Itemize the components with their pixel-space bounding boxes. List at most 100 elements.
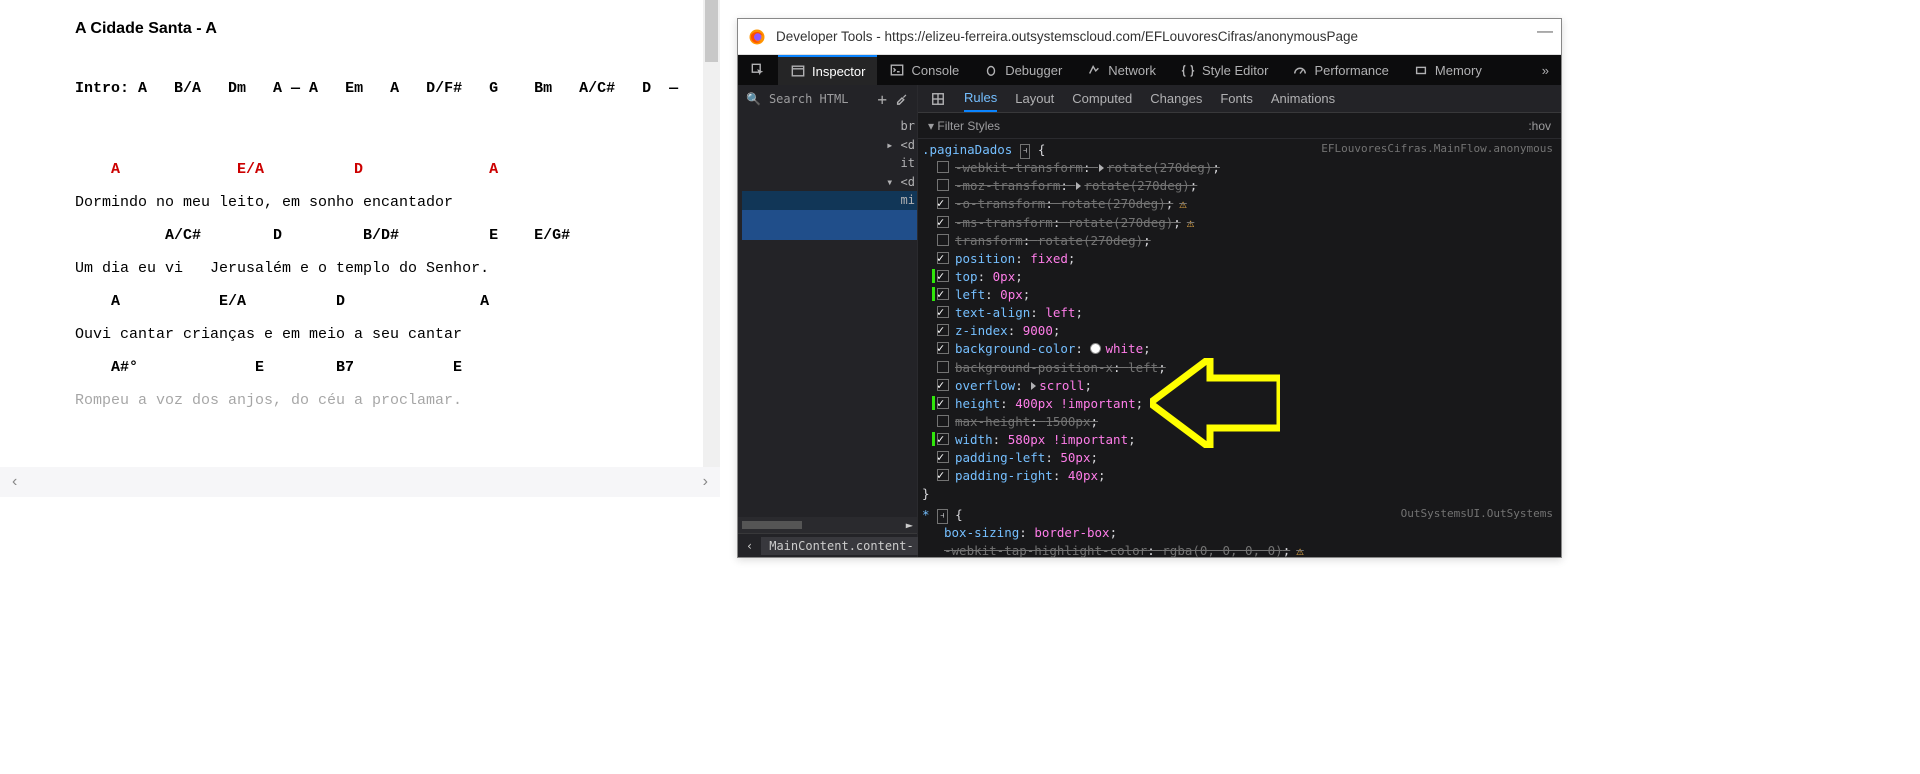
dom-line[interactable]: ▸ <d: [742, 136, 917, 155]
css-declaration[interactable]: text-align: left;: [922, 304, 1561, 322]
grid-icon[interactable]: [930, 91, 946, 107]
expand-icon[interactable]: [1099, 164, 1104, 172]
rules-tab-animations[interactable]: Animations: [1271, 85, 1335, 112]
css-declaration[interactable]: transform: rotate(270deg);: [922, 232, 1561, 250]
devtools-titlebar[interactable]: Developer Tools - https://elizeu-ferreir…: [738, 19, 1561, 55]
css-rules[interactable]: .paginaDados ⫞ {EFLouvoresCifras.MainFlo…: [918, 139, 1561, 557]
rules-tab-changes[interactable]: Changes: [1150, 85, 1202, 112]
color-swatch[interactable]: [1090, 343, 1101, 354]
css-prop-toggle[interactable]: [937, 342, 949, 354]
dom-line[interactable]: ▾ <d: [742, 173, 917, 192]
tab-debugger[interactable]: Debugger: [971, 55, 1074, 85]
cursor-icon: [750, 62, 766, 78]
css-selector[interactable]: *: [922, 507, 937, 522]
css-prop-toggle[interactable]: [937, 433, 949, 445]
tab-style-editor[interactable]: Style Editor: [1168, 55, 1280, 85]
rules-tab-rules[interactable]: Rules: [964, 85, 997, 112]
css-declaration[interactable]: -o-transform: rotate(270deg);⚠: [922, 195, 1561, 213]
flex-icon[interactable]: ⫞: [1020, 144, 1031, 159]
rules-tab-fonts[interactable]: Fonts: [1220, 85, 1253, 112]
next-page-button[interactable]: ›: [703, 473, 708, 491]
css-prop-toggle[interactable]: [937, 361, 949, 373]
hov-toggle[interactable]: :hov: [1528, 119, 1551, 133]
css-prop-toggle[interactable]: [937, 451, 949, 463]
tab-network[interactable]: Network: [1074, 55, 1168, 85]
css-prop-toggle[interactable]: [937, 234, 949, 246]
css-declaration[interactable]: padding-right: 40px;: [922, 467, 1561, 485]
css-declaration[interactable]: position: fixed;: [922, 250, 1561, 268]
prev-page-button[interactable]: ‹: [12, 473, 17, 491]
rules-tab-layout[interactable]: Layout: [1015, 85, 1054, 112]
expand-icon[interactable]: [1031, 382, 1036, 390]
tab-performance[interactable]: Performance: [1280, 55, 1400, 85]
chord-line: A#° E B7 E: [75, 359, 462, 376]
css-prop-toggle[interactable]: [937, 216, 949, 228]
css-declaration[interactable]: padding-left: 50px;: [922, 449, 1561, 467]
css-declaration[interactable]: -webkit-transform: rotate(270deg);: [922, 159, 1561, 177]
css-declaration[interactable]: background-color: white;: [922, 340, 1561, 358]
css-declaration[interactable]: height: 400px !important;: [922, 395, 1561, 413]
content-scrollbar[interactable]: [703, 0, 720, 467]
css-prop-toggle[interactable]: [937, 324, 949, 336]
tab-memory[interactable]: Memory: [1401, 55, 1494, 85]
breadcrumb-item[interactable]: MainContent.content-: [761, 537, 922, 555]
scrollbar-thumb[interactable]: [742, 521, 802, 529]
dom-line[interactable]: br: [742, 117, 917, 136]
expand-icon[interactable]: [1076, 182, 1081, 190]
flex-icon[interactable]: ⫞: [937, 509, 948, 524]
lyric-line: Um dia eu vi Jerusalém e o templo do Sen…: [75, 258, 645, 279]
tab-console[interactable]: Console: [877, 55, 971, 85]
css-selector[interactable]: .paginaDados: [922, 142, 1020, 157]
css-prop-toggle[interactable]: [937, 288, 949, 300]
css-declaration[interactable]: -webkit-tap-highlight-color: rgba(0, 0, …: [922, 542, 1561, 557]
css-source-link[interactable]: OutSystemsUI.OutSystems: [1401, 506, 1553, 522]
css-prop-toggle[interactable]: [937, 415, 949, 427]
css-declaration[interactable]: -ms-transform: rotate(270deg);⚠: [922, 214, 1561, 232]
dom-line-selected[interactable]: [742, 210, 917, 240]
css-prop-toggle[interactable]: [937, 270, 949, 282]
rules-tab-computed[interactable]: Computed: [1072, 85, 1132, 112]
css-declaration[interactable]: max-height: 1500px;: [922, 413, 1561, 431]
dom-pane: 🔍 Search HTML + br ▸ <d it ▾ <d mi ◄ ►: [738, 85, 918, 557]
css-declaration[interactable]: left: 0px;: [922, 286, 1561, 304]
debugger-icon: [983, 62, 999, 78]
css-declaration[interactable]: background-position-x: left;: [922, 359, 1561, 377]
css-prop-toggle[interactable]: [937, 469, 949, 481]
css-prop-toggle[interactable]: [937, 197, 949, 209]
style-editor-icon: [1180, 62, 1196, 78]
add-element-button[interactable]: +: [877, 90, 887, 109]
breadcrumb-prev[interactable]: ‹: [746, 539, 753, 553]
css-prop-toggle[interactable]: [937, 306, 949, 318]
tab-overflow[interactable]: »: [1530, 55, 1561, 85]
dom-toolbar: 🔍 Search HTML +: [738, 85, 917, 113]
performance-icon: [1292, 62, 1308, 78]
css-declaration[interactable]: -moz-transform: rotate(270deg);: [922, 177, 1561, 195]
minimize-button[interactable]: —: [1537, 23, 1553, 41]
css-declaration[interactable]: overflow: scroll;: [922, 377, 1561, 395]
pick-element-button[interactable]: [738, 55, 778, 85]
dom-line[interactable]: it: [742, 154, 917, 173]
css-declaration[interactable]: top: 0px;: [922, 268, 1561, 286]
rules-filter-bar: ▾ Filter Styles :hov: [918, 113, 1561, 139]
css-prop-toggle[interactable]: [937, 161, 949, 173]
eyedropper-icon[interactable]: [895, 91, 909, 108]
css-declaration[interactable]: width: 580px !important;: [922, 431, 1561, 449]
scroll-right-icon[interactable]: ►: [906, 518, 913, 532]
css-prop-toggle[interactable]: [937, 252, 949, 264]
tab-inspector[interactable]: Inspector: [778, 55, 877, 85]
intro-line: Intro: A B/A Dm A — A Em A D/F# G Bm A/C…: [75, 78, 645, 99]
search-html-input[interactable]: Search HTML: [769, 92, 869, 106]
css-prop-toggle[interactable]: [937, 379, 949, 391]
css-prop-toggle[interactable]: [937, 179, 949, 191]
dom-line[interactable]: mi: [742, 191, 917, 210]
dom-horizontal-scrollbar[interactable]: ◄ ►: [738, 517, 917, 533]
css-prop-toggle[interactable]: [937, 397, 949, 409]
css-declaration[interactable]: z-index: 9000;: [922, 322, 1561, 340]
scrollbar-thumb[interactable]: [705, 0, 718, 62]
devtools-window: Developer Tools - https://elizeu-ferreir…: [737, 18, 1562, 558]
css-source-link[interactable]: EFLouvoresCifras.MainFlow.anonymous: [1321, 141, 1553, 157]
css-declaration[interactable]: box-sizing: border-box;: [922, 524, 1561, 542]
console-icon: [889, 62, 905, 78]
dom-tree[interactable]: br ▸ <d it ▾ <d mi: [738, 113, 917, 517]
filter-styles-input[interactable]: Filter Styles: [937, 119, 1000, 133]
